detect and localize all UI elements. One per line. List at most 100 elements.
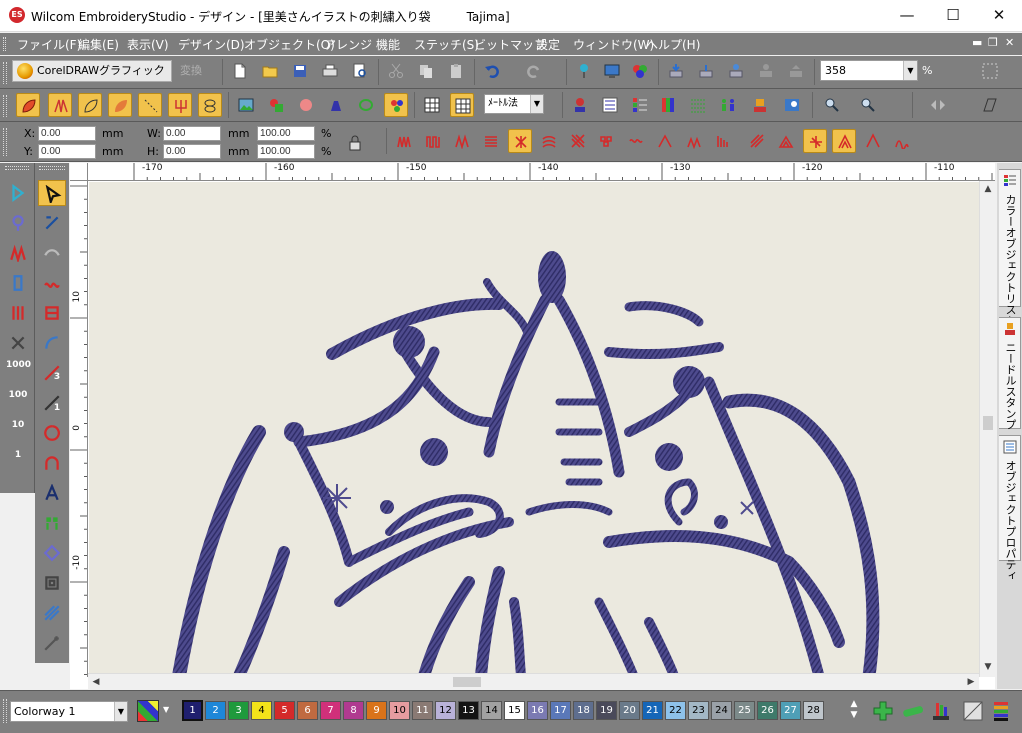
tab-object-properties[interactable]: オブジェクトプロパティ xyxy=(999,435,1021,581)
color-swatch-24[interactable]: 24 xyxy=(711,701,732,720)
scroll-down-icon[interactable]: ▼ xyxy=(980,659,996,675)
people-button[interactable] xyxy=(716,93,740,117)
menu-edit[interactable]: 編集(E) xyxy=(78,36,119,53)
stitch-type-button-15[interactable] xyxy=(803,129,827,153)
tab-needle-stamp[interactable]: ニードルスタンプ xyxy=(999,317,1021,430)
toolbar-grip[interactable] xyxy=(3,128,7,156)
minimize-button[interactable]: — xyxy=(884,0,930,32)
save-button[interactable] xyxy=(288,59,312,83)
horizontal-scrollbar[interactable]: ◀ ▶ xyxy=(88,673,979,689)
color-swatch-21[interactable]: 21 xyxy=(642,701,663,720)
remove-color-button[interactable] xyxy=(902,700,924,722)
ring-button[interactable] xyxy=(354,93,378,117)
y-position-input[interactable] xyxy=(38,144,96,159)
grid-button[interactable] xyxy=(420,93,444,117)
color-swatch-28[interactable]: 28 xyxy=(803,701,824,720)
vertical-scrollbar[interactable]: ▲ ▼ xyxy=(979,181,995,677)
color-bar-button[interactable] xyxy=(990,700,1012,722)
stitch-type-button-18[interactable] xyxy=(890,129,914,153)
object-travel-button[interactable] xyxy=(4,330,32,356)
stitch-type-button-6[interactable] xyxy=(537,129,561,153)
open-file-button[interactable] xyxy=(258,59,282,83)
color-swatch-17[interactable]: 17 xyxy=(550,701,571,720)
color-swatch-3[interactable]: 3 xyxy=(228,701,249,720)
stitch-type-button-11[interactable] xyxy=(682,129,706,153)
menu-window[interactable]: ウィンドウ(W) xyxy=(573,36,654,53)
maximize-button[interactable]: ☐ xyxy=(930,0,976,32)
toolbar-grip[interactable] xyxy=(3,95,7,117)
palette-scroll-icon[interactable]: ▲ ▼ xyxy=(848,699,860,721)
scroll-right-icon[interactable]: ▶ xyxy=(963,674,979,690)
color-swatch-14[interactable]: 14 xyxy=(481,701,502,720)
monogram-tool-button[interactable] xyxy=(38,510,66,536)
toolbox-grip[interactable] xyxy=(5,166,29,170)
paste-button[interactable] xyxy=(444,59,468,83)
node-travel-button[interactable] xyxy=(4,210,32,236)
menu-settings[interactable]: 設定 xyxy=(536,36,560,53)
mdi-close-button[interactable]: ✕ xyxy=(1005,36,1014,49)
object-list-button[interactable] xyxy=(598,93,622,117)
vertical-ruler[interactable]: 10 0 -10 xyxy=(70,181,88,677)
stitch-type-button-17[interactable] xyxy=(861,129,885,153)
copy-button[interactable] xyxy=(414,59,438,83)
ruler-corner[interactable] xyxy=(70,163,88,181)
lettering-arc-tool-button[interactable] xyxy=(38,240,66,266)
stitch-type-button-2[interactable] xyxy=(421,129,445,153)
show-grid-button[interactable] xyxy=(978,59,1002,83)
fish-button[interactable] xyxy=(198,93,222,117)
color-travel-button[interactable] xyxy=(4,270,32,296)
menu-stitch[interactable]: ステッチ(S) xyxy=(414,36,479,53)
horizontal-scroll-thumb[interactable] xyxy=(453,677,481,687)
color-swatch-1[interactable]: 1 xyxy=(182,700,203,721)
height-scale-input[interactable] xyxy=(257,144,315,159)
colors-button[interactable] xyxy=(384,93,408,117)
machine-manager-button[interactable] xyxy=(724,59,748,83)
color-swatch-25[interactable]: 25 xyxy=(734,701,755,720)
zoom-in-button[interactable] xyxy=(820,93,844,117)
chevron-down-icon[interactable]: ▼ xyxy=(163,705,169,714)
send-machine-button[interactable] xyxy=(694,59,718,83)
stitch-type-button-7[interactable] xyxy=(566,129,590,153)
satin-stitch-button[interactable] xyxy=(48,93,72,117)
toolbar-grip[interactable] xyxy=(3,699,7,723)
menu-object[interactable]: オブジェクト(O) xyxy=(244,36,335,53)
slant-button[interactable] xyxy=(978,93,1002,117)
redo-button[interactable] xyxy=(522,59,546,83)
stitch-type-button-5[interactable] xyxy=(508,129,532,153)
arc-tool-button[interactable] xyxy=(38,330,66,356)
sequence-button[interactable] xyxy=(568,93,592,117)
color-list-button[interactable] xyxy=(628,93,652,117)
thread-chart-button[interactable] xyxy=(930,700,952,722)
chevron-down-icon[interactable]: ▼ xyxy=(114,702,127,721)
run-stitch-button[interactable] xyxy=(138,93,162,117)
stitch-travel-button[interactable] xyxy=(4,240,32,266)
undo-button[interactable] xyxy=(480,59,504,83)
scroll-left-icon[interactable]: ◀ xyxy=(88,674,104,690)
x-position-input[interactable] xyxy=(38,126,96,141)
outline-tool-button[interactable] xyxy=(38,570,66,596)
print-button[interactable] xyxy=(318,59,342,83)
cut-button[interactable] xyxy=(384,59,408,83)
stitch-type-button-3[interactable] xyxy=(450,129,474,153)
color-swatch-20[interactable]: 20 xyxy=(619,701,640,720)
color-swatch-26[interactable]: 26 xyxy=(757,701,778,720)
toolbox-grip[interactable] xyxy=(39,166,65,170)
zoom-100-button[interactable] xyxy=(856,93,880,117)
id-button[interactable] xyxy=(780,93,804,117)
color-swatch-13[interactable]: 13 xyxy=(458,701,479,720)
height-input[interactable] xyxy=(163,144,221,159)
stitch-type-button-14[interactable] xyxy=(774,129,798,153)
color-swatch-18[interactable]: 18 xyxy=(573,701,594,720)
knife-tool-button[interactable] xyxy=(38,300,66,326)
stitch-type-button-8[interactable] xyxy=(595,129,619,153)
color-swatch-23[interactable]: 23 xyxy=(688,701,709,720)
vertical-scroll-thumb[interactable] xyxy=(983,416,993,430)
color-swatch-12[interactable]: 12 xyxy=(435,701,456,720)
color-film-button[interactable] xyxy=(628,59,652,83)
menu-function[interactable]: 機能 xyxy=(376,36,400,53)
circle-fill-tool-button[interactable] xyxy=(38,420,66,446)
color-swatch-4[interactable]: 4 xyxy=(251,701,272,720)
new-file-button[interactable] xyxy=(228,59,252,83)
color-swatch-10[interactable]: 10 xyxy=(389,701,410,720)
color-swatch-6[interactable]: 6 xyxy=(297,701,318,720)
